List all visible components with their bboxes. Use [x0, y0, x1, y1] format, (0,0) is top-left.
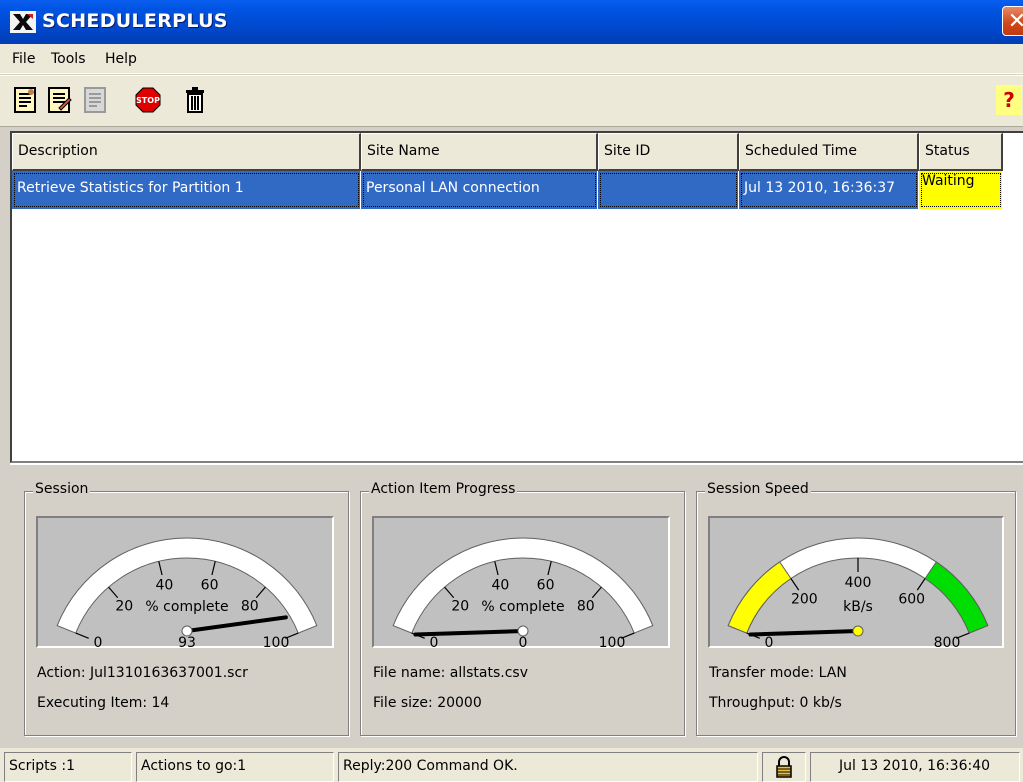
gauge-needle: [185, 615, 288, 633]
menu-help[interactable]: Help: [105, 51, 137, 67]
cell-status: Waiting: [919, 171, 1003, 209]
gauge-readout: 0: [519, 635, 528, 650]
gauge-tick: [591, 586, 602, 599]
session-speed-title: Session Speed: [705, 481, 811, 497]
action-progress-gauge: 0 20 40 60 80 100 % complete 0: [372, 516, 670, 650]
cell-scheduled-time: Jul 13 2010, 16:36:37: [739, 171, 919, 209]
gauge-tick: [547, 561, 552, 576]
gauge-tick-label: 100: [263, 635, 290, 650]
new-script-icon: [14, 87, 36, 113]
gauge-tick: [255, 586, 266, 599]
status-lock: [762, 752, 806, 782]
new-script-button[interactable]: [10, 85, 40, 115]
edit-script-icon: [48, 87, 72, 113]
trash-button[interactable]: [180, 85, 210, 115]
svg-text:STOP: STOP: [136, 96, 160, 105]
transfer-mode-label: Transfer mode: LAN: [709, 665, 847, 681]
disabled-script-button[interactable]: [80, 85, 110, 115]
session-speed-group: Session Speed 0 200 400 600 800 kB/s Transfer…: [696, 481, 1016, 736]
gauge-tick-label: 60: [201, 578, 219, 594]
column-header-site-name[interactable]: Site Name: [361, 133, 598, 171]
gauge-high-zone: [924, 561, 989, 634]
gauge-tick-label: 800: [934, 635, 961, 650]
column-header-description[interactable]: Description: [12, 133, 361, 171]
gauge-tick-label: 0: [765, 635, 774, 650]
table-row[interactable]: Retrieve Statistics for Partition 1 Pers…: [12, 171, 1003, 209]
gauge-tick: [75, 632, 89, 639]
disabled-script-icon: [84, 87, 106, 113]
gauge-unit-label: kB/s: [843, 599, 873, 615]
gauge-unit-label: % complete: [481, 599, 564, 615]
gauge-tick-label: 200: [791, 591, 818, 607]
gauge-tick-label: 60: [537, 578, 555, 594]
column-header-scheduled-time[interactable]: Scheduled Time: [739, 133, 919, 171]
lock-icon: [776, 756, 792, 778]
file-size-label: File size: 20000: [373, 695, 482, 711]
session-title: Session: [33, 481, 91, 497]
column-header-site-id[interactable]: Site ID: [598, 133, 739, 171]
status-actions-to-go: Actions to go:1: [136, 752, 334, 782]
status-scripts: Scripts :1: [4, 752, 132, 782]
gauge-tick-label: 0: [94, 635, 103, 650]
edit-script-button[interactable]: [44, 85, 74, 115]
session-executing-item-label: Executing Item: 14: [37, 695, 170, 711]
gauge-tick-label: 80: [241, 598, 259, 614]
gauge-low-zone: [727, 561, 792, 634]
gauge-needle: [413, 629, 525, 637]
cell-description: Retrieve Statistics for Partition 1: [12, 171, 361, 209]
close-icon: ✕: [1007, 8, 1023, 34]
gauge-tick-label: 100: [599, 635, 626, 650]
gauge-tick-label: 400: [845, 575, 872, 591]
help-button[interactable]: ?: [996, 85, 1022, 115]
gauge-pivot: [852, 625, 864, 637]
session-action-label: Action: Jul1310163637001.scr: [37, 665, 248, 681]
window-title: SCHEDULERPLUS: [42, 10, 228, 32]
session-gauge: 0 20 40 60 80 100 % complete 93: [36, 516, 334, 650]
gauge-tick: [211, 561, 216, 576]
gauge-tick-label: 40: [492, 578, 510, 594]
file-name-label: File name: allstats.csv: [373, 665, 528, 681]
session-speed-gauge: 0 200 400 600 800 kB/s: [708, 516, 1004, 650]
trash-icon: [186, 87, 204, 113]
session-group: Session 0 20 40 60 80 100 % complete 93 Action:…: [24, 481, 349, 736]
gauge-tick: [916, 578, 926, 591]
toolbar: STOP ?: [0, 75, 1023, 127]
menu-bar: File Tools Help: [0, 44, 1023, 74]
throughput-label: Throughput: 0 kb/s: [709, 695, 842, 711]
menu-tools[interactable]: Tools: [51, 51, 86, 67]
gauge-tick: [108, 586, 119, 599]
gauge-tick: [790, 578, 800, 591]
gauge-tick-label: 600: [898, 591, 925, 607]
status-bar: Scripts :1 Actions to go:1 Reply:200 Com…: [0, 748, 1023, 782]
gauge-tick-label: 20: [451, 598, 469, 614]
gauge-tick: [444, 586, 455, 599]
stop-button[interactable]: STOP: [133, 85, 163, 115]
menu-file[interactable]: File: [12, 51, 35, 67]
help-icon: ?: [1003, 88, 1015, 112]
cell-site-id: [598, 171, 739, 209]
gauge-tick-label: 0: [430, 635, 439, 650]
gauge-tick: [158, 561, 163, 576]
action-progress-group: Action Item Progress 0 20 40 60 80 100 % compl…: [360, 481, 685, 736]
gauge-needle: [748, 629, 860, 637]
status-reply: Reply:200 Command OK.: [338, 752, 758, 782]
table-header: Description Site Name Site ID Scheduled …: [12, 133, 1023, 171]
gauge-readout: 93: [178, 635, 196, 650]
status-datetime: Jul 13 2010, 16:36:40: [810, 752, 1020, 782]
gauge-tick-label: 40: [156, 578, 174, 594]
gauge-scale-band: [392, 537, 654, 634]
close-button[interactable]: ✕: [1002, 6, 1023, 36]
stop-icon: STOP: [135, 87, 161, 113]
schedule-table[interactable]: Description Site Name Site ID Scheduled …: [10, 131, 1023, 463]
cell-site-name: Personal LAN connection: [361, 171, 598, 209]
action-progress-title: Action Item Progress: [369, 481, 518, 497]
column-header-status[interactable]: Status: [919, 133, 1003, 171]
x-logo-icon: [10, 11, 36, 33]
gauge-tick-label: 80: [577, 598, 595, 614]
gauge-unit-label: % complete: [145, 599, 228, 615]
gauge-tick-label: 20: [115, 598, 133, 614]
gauge-tick: [494, 561, 499, 576]
title-bar: SCHEDULERPLUS ✕: [0, 0, 1023, 44]
